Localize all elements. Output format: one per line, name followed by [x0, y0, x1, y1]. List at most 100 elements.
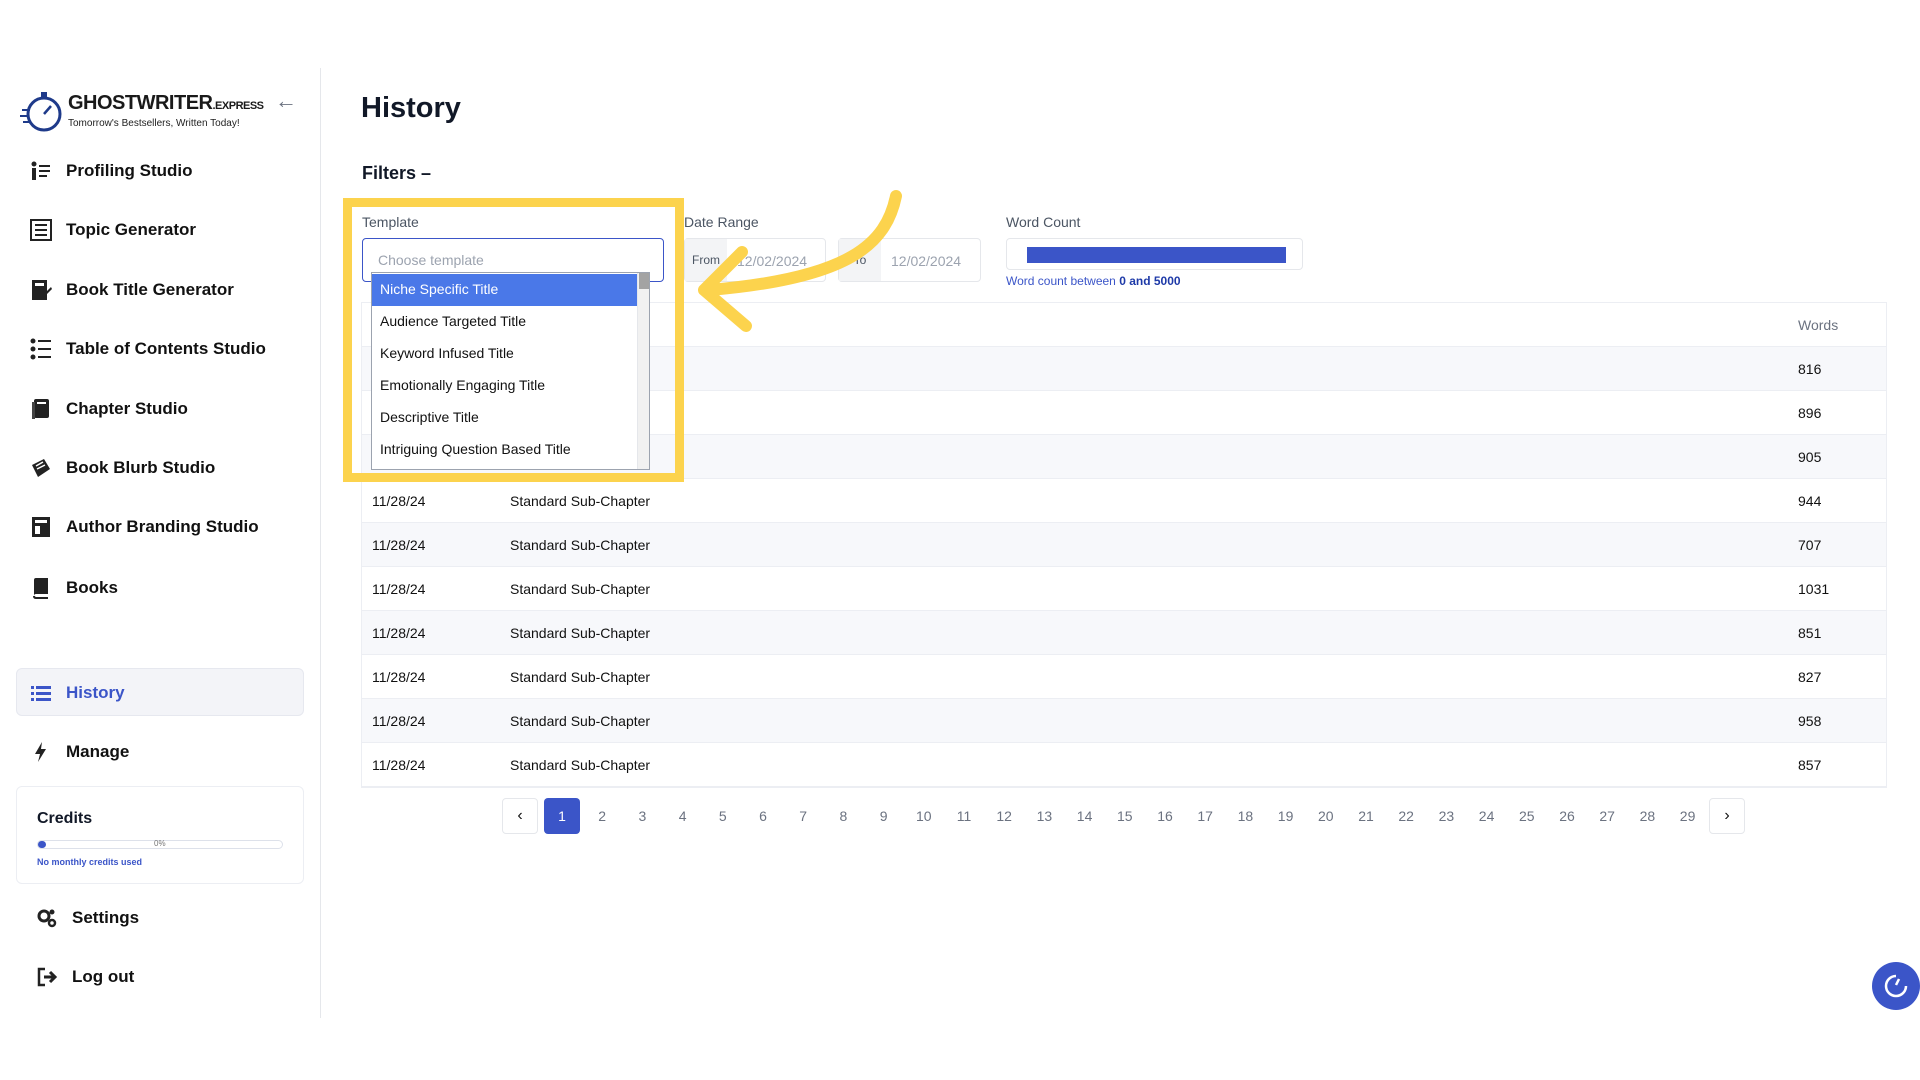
credits-percent: 0%: [154, 839, 166, 848]
brand-suffix: .EXPRESS: [212, 100, 265, 112]
page-number-button[interactable]: 22: [1388, 798, 1424, 834]
chevron-right-icon: ›: [1724, 807, 1730, 824]
filters-toggle[interactable]: Filters –: [362, 163, 431, 184]
help-icon: [1884, 974, 1908, 998]
page-number-button[interactable]: 4: [665, 798, 701, 834]
page-number-button[interactable]: 2: [584, 798, 620, 834]
table-row[interactable]: 11/28/24 Standard Sub-Chapter 827: [362, 655, 1886, 699]
cell-words: 851: [1798, 625, 1822, 641]
page-number-button[interactable]: 29: [1670, 798, 1706, 834]
help-chat-button[interactable]: [1872, 962, 1920, 1010]
dropdown-option[interactable]: Emotionally Engaging Title: [372, 370, 638, 402]
sidebar-item-manage[interactable]: Manage: [30, 741, 129, 763]
chevron-left-icon: ‹: [517, 807, 523, 824]
cell-date: 11/28/24: [372, 493, 426, 509]
sidebar-item-topic-generator[interactable]: Topic Generator: [30, 219, 196, 241]
page-number-button[interactable]: 9: [866, 798, 902, 834]
page-number-button[interactable]: 27: [1589, 798, 1625, 834]
sidebar-item-author-branding-studio[interactable]: Author Branding Studio: [30, 516, 259, 538]
page-number-button[interactable]: 23: [1428, 798, 1464, 834]
cell-date: 11/28/24: [372, 625, 426, 641]
table-row[interactable]: 11/28/24 Standard Sub-Chapter 958: [362, 699, 1886, 743]
cell-template: Standard Sub-Chapter: [510, 713, 651, 729]
credits-panel: Credits 0% No monthly credits used: [16, 786, 304, 884]
page-number-button[interactable]: 28: [1629, 798, 1665, 834]
cell-template: Standard Sub-Chapter: [510, 581, 651, 597]
page-number-button[interactable]: 26: [1549, 798, 1585, 834]
prev-page-button[interactable]: ‹: [502, 798, 538, 834]
table-row[interactable]: 11/28/24 Standard Sub-Chapter 857: [362, 743, 1886, 787]
brand-name: GHOSTWRITER.EXPRESS: [68, 92, 264, 115]
page-number-button[interactable]: 24: [1469, 798, 1505, 834]
sidebar-item-settings[interactable]: Settings: [36, 907, 139, 929]
table-row[interactable]: 11/28/24 Standard Sub-Chapter 944: [362, 479, 1886, 523]
page-number-button[interactable]: 8: [825, 798, 861, 834]
page-number-button[interactable]: 25: [1509, 798, 1545, 834]
sidebar-item-book-title-generator[interactable]: Book Title Generator: [30, 279, 234, 301]
word-count-slider[interactable]: [1006, 238, 1303, 270]
table-row[interactable]: 11/28/24 Standard Sub-Chapter 707: [362, 523, 1886, 567]
cell-words: 905: [1798, 449, 1822, 465]
gears-icon: [36, 907, 58, 929]
page-number-button[interactable]: 15: [1107, 798, 1143, 834]
next-page-button[interactable]: ›: [1709, 798, 1745, 834]
sidebar-item-table-of-contents-studio[interactable]: Table of Contents Studio: [30, 338, 266, 360]
dropdown-option[interactable]: Keyword Infused Title: [372, 338, 638, 370]
cell-words: 827: [1798, 669, 1822, 685]
brand-logo[interactable]: GHOSTWRITER.EXPRESS Tomorrow's Bestselle…: [20, 88, 264, 136]
page-number-button[interactable]: 20: [1308, 798, 1344, 834]
branding-icon: [30, 516, 52, 538]
credits-progress-fill: [38, 841, 46, 848]
page-number-button[interactable]: 10: [906, 798, 942, 834]
arrow-left-icon: ←: [275, 88, 297, 113]
word-count-note-range: 0 and 5000: [1119, 274, 1181, 288]
page-number-button[interactable]: 19: [1268, 798, 1304, 834]
page-number-button[interactable]: 16: [1147, 798, 1183, 834]
cell-template: Standard Sub-Chapter: [510, 625, 651, 641]
lightning-icon: [30, 741, 52, 763]
dropdown-scrollbar-thumb[interactable]: [639, 273, 649, 289]
cell-date: 11/28/24: [372, 669, 426, 685]
dropdown-scrollbar[interactable]: [637, 273, 649, 469]
sidebar-item-chapter-studio[interactable]: Chapter Studio: [30, 398, 188, 420]
word-count-range-fill[interactable]: [1027, 247, 1286, 263]
page-number-button[interactable]: 18: [1227, 798, 1263, 834]
dropdown-option[interactable]: Niche Specific Title: [372, 274, 638, 306]
page-number-button[interactable]: 1: [544, 798, 580, 834]
word-count-note-prefix: Word count between: [1006, 274, 1120, 288]
page-number-button[interactable]: 12: [986, 798, 1022, 834]
page-number-button[interactable]: 17: [1187, 798, 1223, 834]
sidebar-item-label: History: [66, 683, 125, 702]
cell-words: 707: [1798, 537, 1822, 553]
dropdown-option[interactable]: Descriptive Title: [372, 402, 638, 434]
credits-title: Credits: [37, 810, 93, 827]
collapse-sidebar-button[interactable]: ←: [275, 88, 297, 114]
page-number-button[interactable]: 3: [624, 798, 660, 834]
dropdown-option[interactable]: Audience Targeted Title: [372, 306, 638, 338]
sidebar-item-label: Author Branding Studio: [66, 517, 259, 536]
sidebar-item-log-out[interactable]: Log out: [36, 966, 134, 988]
table-row[interactable]: 11/28/24 Standard Sub-Chapter 1031: [362, 567, 1886, 611]
toc-icon: [30, 338, 52, 360]
credits-note: No monthly credits used: [37, 857, 143, 867]
sidebar-item-profiling-studio[interactable]: Profiling Studio: [30, 160, 193, 182]
template-label: Template: [362, 214, 419, 230]
page-number-button[interactable]: 6: [745, 798, 781, 834]
dropdown-option[interactable]: Intriguing Question Based Title: [372, 434, 638, 466]
cell-date: 11/28/24: [372, 581, 426, 597]
page-number-button[interactable]: 7: [785, 798, 821, 834]
page-number-button[interactable]: 14: [1067, 798, 1103, 834]
sidebar-item-book-blurb-studio[interactable]: Book Blurb Studio: [30, 457, 215, 479]
sidebar-item-history[interactable]: History: [30, 682, 125, 704]
page-number-button[interactable]: 21: [1348, 798, 1384, 834]
sidebar-item-books[interactable]: Books: [30, 577, 118, 599]
page-number-button[interactable]: 11: [946, 798, 982, 834]
page-number-button[interactable]: 5: [705, 798, 741, 834]
blurb-icon: [30, 457, 52, 479]
cell-words: 1031: [1798, 581, 1830, 597]
page-number-button[interactable]: 13: [1026, 798, 1062, 834]
cell-words: 857: [1798, 757, 1822, 773]
profiling-icon: [30, 160, 52, 182]
word-count-note: Word count between 0 and 5000: [1006, 274, 1181, 288]
table-row[interactable]: 11/28/24 Standard Sub-Chapter 851: [362, 611, 1886, 655]
